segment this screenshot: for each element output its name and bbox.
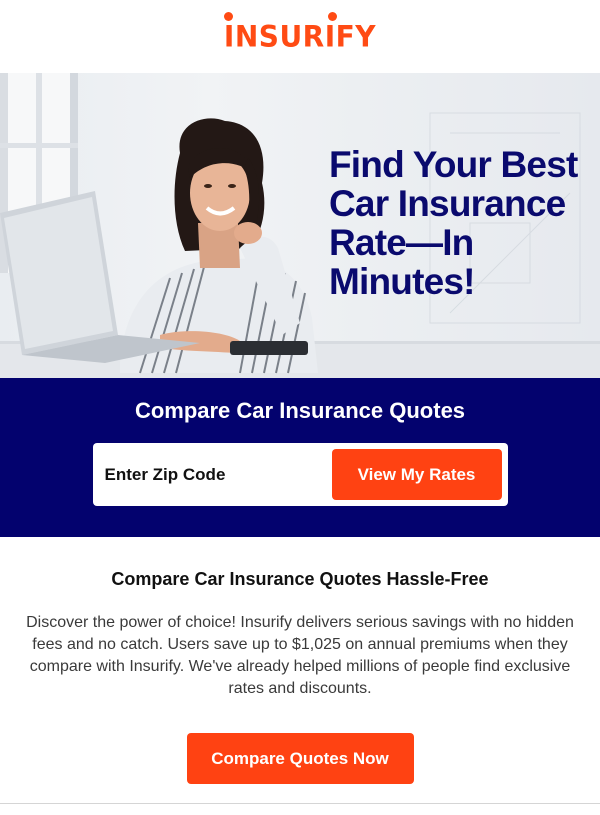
- site-header: INSURIFY: [0, 0, 600, 73]
- view-my-rates-button[interactable]: View My Rates: [331, 449, 502, 500]
- content-heading: Compare Car Insurance Quotes Hassle-Free: [111, 569, 489, 589]
- hero-title: Find Your Best Car Insurance Rate—In Min…: [329, 145, 599, 301]
- hero-title-line: Minutes!: [329, 261, 476, 302]
- compare-quotes-now-button[interactable]: Compare Quotes Now: [186, 733, 414, 784]
- hero-title-line: Find Your Best: [329, 144, 578, 185]
- zip-form: View My Rates: [92, 443, 508, 506]
- hero-banner: Find Your Best Car Insurance Rate—In Min…: [0, 73, 600, 378]
- footer-divider: [0, 803, 600, 804]
- zip-code-input[interactable]: [104, 464, 332, 485]
- insurify-logo[interactable]: INSURIFY: [223, 11, 377, 54]
- quote-form-title: Compare Car Insurance Quotes: [134, 398, 466, 423]
- hero-title-line: Rate—In: [329, 222, 474, 263]
- content-body: Discover the power of choice! Insurify d…: [26, 614, 574, 697]
- quote-form-band: Compare Car Insurance Quotes View My Rat…: [0, 378, 600, 537]
- logo-text: INSURIFY: [223, 18, 377, 54]
- hero-title-line: Car Insurance: [329, 183, 566, 224]
- content-section: Compare Car Insurance Quotes Hassle-Free…: [0, 537, 600, 784]
